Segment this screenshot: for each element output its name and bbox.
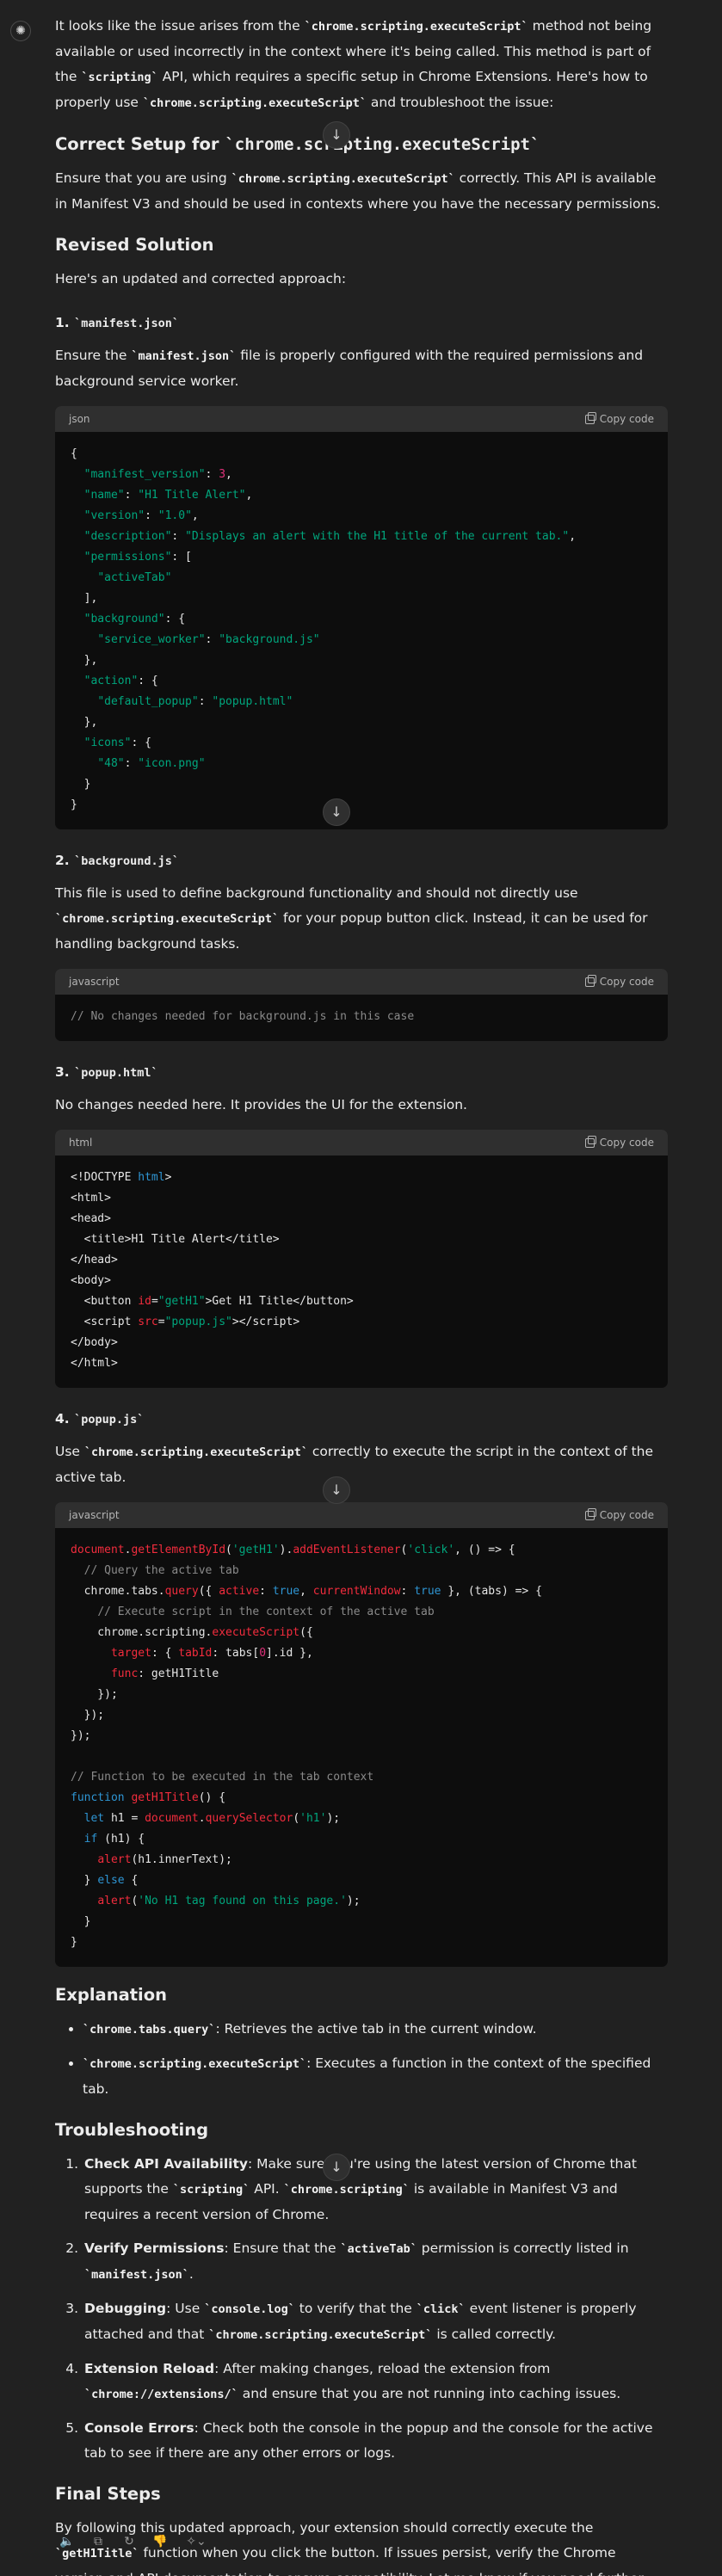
copy-code-button[interactable]: Copy code (584, 969, 654, 995)
code-block-header: javascript Copy code (55, 1502, 668, 1528)
copy-code-button[interactable]: Copy code (584, 1130, 654, 1156)
inline-code: `manifest.json` (131, 349, 237, 363)
list-item: Console Errors: Check both the console i… (83, 2416, 668, 2466)
code-body: <!DOCTYPE html> <html> <head> <title>H1 … (71, 1171, 354, 1370)
read-aloud-button[interactable]: 🔈 (55, 2530, 79, 2554)
scroll-down-button[interactable]: ↓ (323, 121, 350, 149)
model-switch-icon: ✧⌄ (186, 2535, 207, 2548)
copy-code-button[interactable]: Copy code (584, 1502, 654, 1528)
message-actions: 🔈 ⧉ ↻ 👎 ✧⌄ (55, 2530, 213, 2554)
scroll-down-button[interactable]: ↓ (323, 2154, 350, 2181)
list-item: `chrome.tabs.query`: Retrieves the activ… (83, 2017, 668, 2043)
explanation-list: `chrome.tabs.query`: Retrieves the activ… (55, 2017, 668, 2102)
inline-code: `chrome.scripting.executeScript` (83, 1445, 308, 1459)
arrow-down-icon: ↓ (330, 126, 342, 143)
list-item: `chrome.scripting.executeScript`: Execut… (83, 2051, 668, 2102)
step-manifest-heading: 1. `manifest.json` (55, 315, 180, 330)
code-block-background: javascript Copy code // No changes neede… (55, 969, 668, 1041)
intro-paragraph: It looks like the issue arises from the … (55, 18, 652, 110)
regenerate-button[interactable]: ↻ (117, 2530, 141, 2554)
correct-setup-paragraph: Ensure that you are using `chrome.script… (55, 170, 661, 212)
model-switch-button[interactable]: ✧⌄ (179, 2530, 213, 2554)
code-body: // No changes needed for background.js i… (71, 1010, 415, 1023)
list-item: Check API Availability: Make sure you're… (83, 2152, 668, 2228)
code-block-header: html Copy code (55, 1130, 668, 1156)
thumbs-down-icon: 👎 (152, 2535, 168, 2548)
step-popup-html-paragraph: No changes needed here. It provides the … (55, 1097, 467, 1112)
scroll-down-button[interactable]: ↓ (323, 1476, 350, 1504)
regenerate-icon: ↻ (124, 2535, 134, 2548)
list-item: Extension Reload: After making changes, … (83, 2357, 668, 2407)
copy-icon (584, 411, 596, 424)
assistant-message: It looks like the issue arises from the … (55, 14, 668, 2576)
list-item: Debugging: Use `console.log` to verify t… (83, 2296, 668, 2348)
inline-code: `chrome.scripting.executeScript` (231, 172, 455, 186)
step-manifest-paragraph: Ensure the `manifest.json` file is prope… (55, 348, 644, 389)
step-popup-js-paragraph: Use `chrome.scripting.executeScript` cor… (55, 1444, 654, 1485)
arrow-down-icon: ↓ (330, 1482, 342, 1498)
step-background-paragraph: This file is used to define background f… (55, 885, 648, 952)
copy-icon: ⧉ (94, 2535, 102, 2548)
heading-final-steps: Final Steps (55, 2484, 161, 2504)
heading-troubleshooting: Troubleshooting (55, 2120, 209, 2140)
inline-code: `chrome.scripting.executeScript` (304, 20, 528, 34)
step-popup-html-heading: 3. `popup.html` (55, 1064, 158, 1080)
code-language-label: html (69, 1137, 93, 1149)
revised-intro: Here's an updated and corrected approach… (55, 271, 347, 287)
code-block-manifest: json Copy code { "manifest_version": 3, … (55, 406, 668, 829)
step-popup-js-heading: 4. `popup.js` (55, 1411, 145, 1427)
copy-icon (584, 974, 596, 987)
code-block-popup-html: html Copy code <!DOCTYPE html> <html> <h… (55, 1130, 668, 1388)
step-background-heading: 2. `background.js` (55, 853, 180, 868)
heading-revised-solution: Revised Solution (55, 235, 214, 255)
troubleshooting-list: Check API Availability: Make sure you're… (55, 2152, 668, 2466)
code-body: document.getElementById('getH1').addEven… (71, 1544, 542, 1949)
scroll-down-button[interactable]: ↓ (323, 798, 350, 826)
copy-code-button[interactable]: Copy code (584, 406, 654, 432)
copy-icon (584, 1135, 596, 1148)
code-block-header: json Copy code (55, 406, 668, 432)
heading-correct-setup: Correct Setup for `chrome.scripting.exec… (55, 134, 540, 154)
heading-explanation: Explanation (55, 1985, 168, 2005)
copy-icon (584, 1507, 596, 1520)
chatgpt-logo-icon: ✺ (10, 21, 31, 41)
inline-code: `chrome.scripting.executeScript` (55, 912, 280, 926)
arrow-down-icon: ↓ (330, 2159, 342, 2175)
inline-code: `chrome.scripting.executeScript` (142, 96, 367, 110)
inline-code: `scripting` (81, 71, 158, 84)
code-body: { "manifest_version": 3, "name": "H1 Tit… (71, 447, 577, 811)
bad-response-button[interactable]: 👎 (148, 2530, 172, 2554)
speaker-icon: 🔈 (59, 2535, 75, 2548)
copy-button[interactable]: ⧉ (86, 2530, 110, 2554)
code-block-popup-js: javascript Copy code document.getElement… (55, 1502, 668, 1967)
arrow-down-icon: ↓ (330, 804, 342, 820)
code-language-label: javascript (69, 976, 120, 988)
code-block-header: javascript Copy code (55, 969, 668, 995)
code-language-label: json (69, 413, 90, 425)
code-language-label: javascript (69, 1509, 120, 1521)
list-item: Verify Permissions: Ensure that the `act… (83, 2236, 668, 2288)
